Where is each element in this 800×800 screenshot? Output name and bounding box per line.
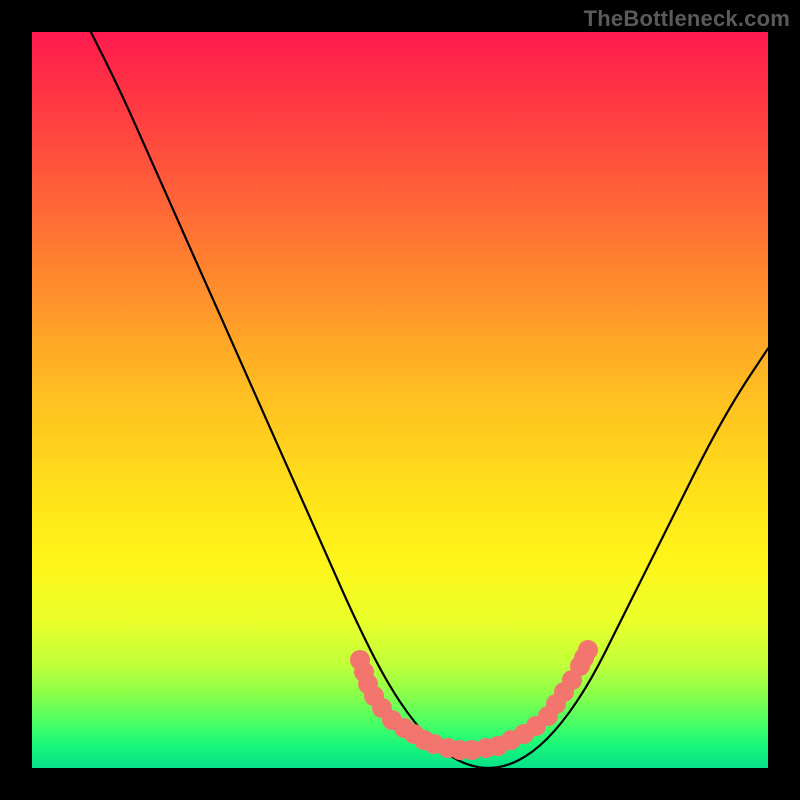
bottleneck-curve xyxy=(91,32,768,768)
watermark-text: TheBottleneck.com xyxy=(584,6,790,32)
chart-frame: TheBottleneck.com xyxy=(0,0,800,800)
plot-area xyxy=(32,32,768,768)
optimal-dot xyxy=(578,640,598,660)
chart-svg xyxy=(32,32,768,768)
optimal-region-dots xyxy=(350,640,598,760)
